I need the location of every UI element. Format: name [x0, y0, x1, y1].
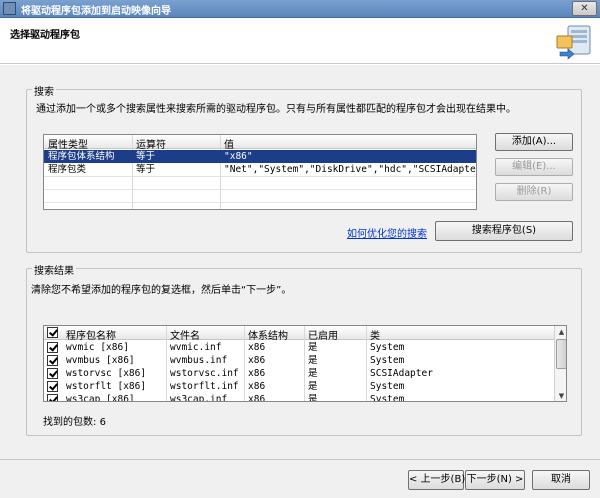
table-row[interactable]: wvmic [x86] wvmic.inf x86 是 System: [44, 341, 554, 354]
cell-enabled: 是: [308, 342, 318, 353]
wizard-content: 搜索 通过添加一个或多个搜索属性来搜索所需的驱动程序包。只有与所有属性都匹配的程…: [0, 65, 600, 498]
cell-package-name: ws3cap [x86]: [66, 394, 135, 402]
cell-property-type: 程序包类: [48, 164, 87, 175]
footer-divider: [0, 459, 600, 460]
title-bar: 将驱动程序包添加到启动映像向导 ✕: [0, 0, 600, 18]
table-row[interactable]: wstorvsc [x86] wstorvsc.inf x86 是 SCSIAd…: [44, 367, 554, 380]
column-header-architecture[interactable]: 体系结构: [248, 327, 288, 342]
search-group: 搜索 通过添加一个或多个搜索属性来搜索所需的驱动程序包。只有与所有属性都匹配的程…: [26, 83, 582, 253]
cell-enabled: 是: [308, 394, 318, 402]
cell-enabled: 是: [308, 368, 318, 379]
cell-value: "x86": [224, 151, 253, 162]
add-criteria-button[interactable]: 添加(A)...: [495, 133, 573, 151]
table-row[interactable]: wvmbus [x86] wvmbus.inf x86 是 System: [44, 354, 554, 367]
column-header-property-type[interactable]: 属性类型: [48, 136, 88, 151]
cell-file-name: wvmic.inf: [170, 342, 222, 353]
results-group-title: 搜索结果: [32, 262, 76, 277]
cell-class: System: [370, 394, 405, 402]
table-row[interactable]: ws3cap [x86] ws3cap.inf x86 是 System: [44, 393, 554, 402]
column-header-class[interactable]: 类: [370, 327, 380, 342]
delete-criteria-button[interactable]: 删除(R): [495, 183, 573, 201]
cell-architecture: x86: [248, 342, 266, 353]
page-title: 选择驱动程序包: [10, 30, 80, 41]
results-group: 搜索结果 清除您不希望添加的程序包的复选框，然后单击“下一步”。 程序包名称 文…: [26, 262, 582, 436]
cell-class: System: [370, 342, 405, 353]
cell-class: System: [370, 381, 405, 392]
close-button[interactable]: ✕: [572, 1, 597, 16]
cell-architecture: x86: [248, 394, 266, 402]
cell-package-name: wvmbus [x86]: [66, 355, 135, 366]
cell-file-name: ws3cap.inf: [170, 394, 228, 402]
search-group-title: 搜索: [32, 83, 56, 98]
package-checkbox[interactable]: [47, 342, 58, 353]
package-checkbox[interactable]: [47, 368, 58, 379]
results-scrollbar[interactable]: ▲ ▼: [554, 326, 566, 401]
cell-class: System: [370, 355, 405, 366]
cell-architecture: x86: [248, 368, 266, 379]
cell-enabled: 是: [308, 355, 318, 366]
table-row[interactable]: 程序包体系结构 等于 "x86": [44, 150, 476, 163]
package-checkbox[interactable]: [47, 355, 58, 366]
search-packages-button[interactable]: 搜索程序包(S): [435, 221, 573, 241]
cell-property-type: 程序包体系结构: [48, 151, 115, 162]
cell-architecture: x86: [248, 355, 266, 366]
search-criteria-grid[interactable]: 属性类型 运算符 值 程序包体系结构 等于 "x86" 程序包类 等于 "Net…: [43, 134, 477, 210]
cell-package-name: wstorvsc [x86]: [66, 368, 147, 379]
found-count-value: 6: [99, 417, 106, 428]
column-header-operator[interactable]: 运算符: [136, 136, 166, 151]
scroll-down-arrow-icon[interactable]: ▼: [555, 390, 566, 401]
search-description: 通过添加一个或多个搜索属性来搜索所需的驱动程序包。只有与所有属性都匹配的程序包才…: [36, 104, 516, 115]
results-grid[interactable]: 程序包名称 文件名 体系结构 已启用 类 wvmic [x86] wvmic.i…: [43, 325, 567, 402]
package-checkbox[interactable]: [47, 381, 58, 392]
table-row[interactable]: 程序包类 等于 "Net","System","DiskDrive","hdc"…: [44, 163, 477, 176]
back-button[interactable]: < 上一步(B): [408, 470, 465, 490]
select-all-checkbox[interactable]: [47, 327, 58, 338]
cell-operator: 等于: [136, 164, 156, 175]
column-header-enabled[interactable]: 已启用: [308, 327, 338, 342]
optimize-search-link[interactable]: 如何优化您的搜索: [347, 225, 427, 240]
app-icon: [3, 2, 16, 15]
cell-file-name: wstorvsc.inf: [170, 368, 239, 379]
cell-package-name: wstorflt [x86]: [66, 381, 147, 392]
next-button[interactable]: 下一步(N) >: [465, 470, 525, 490]
search-grid-header: 属性类型 运算符 值: [44, 135, 476, 151]
cell-value: "Net","System","DiskDrive","hdc","SCSIAd…: [224, 164, 477, 175]
wizard-header: 选择驱动程序包: [0, 18, 600, 64]
cancel-button[interactable]: 取消: [532, 470, 590, 490]
scroll-up-arrow-icon[interactable]: ▲: [555, 326, 566, 338]
cell-class: SCSIAdapter: [370, 368, 433, 379]
cell-file-name: wstorflt.inf: [170, 381, 239, 392]
results-grid-header: 程序包名称 文件名 体系结构 已启用 类: [44, 326, 554, 342]
window-title: 将驱动程序包添加到启动映像向导: [21, 6, 171, 17]
scroll-thumb[interactable]: [556, 339, 566, 369]
cell-enabled: 是: [308, 381, 318, 392]
cell-package-name: wvmic [x86]: [66, 342, 129, 353]
cell-file-name: wvmbus.inf: [170, 355, 228, 366]
column-header-package-name[interactable]: 程序包名称: [66, 327, 116, 342]
cell-operator: 等于: [136, 151, 156, 162]
column-header-value[interactable]: 值: [224, 136, 234, 151]
wizard-driver-icon: [556, 25, 591, 60]
edit-criteria-button[interactable]: 编辑(E)...: [495, 158, 573, 176]
results-description: 清除您不希望添加的程序包的复选框，然后单击“下一步”。: [31, 285, 292, 296]
column-header-file-name[interactable]: 文件名: [170, 327, 200, 342]
cell-architecture: x86: [248, 381, 266, 392]
found-count-label: 找到的包数: 6: [43, 417, 106, 428]
table-row[interactable]: wstorflt [x86] wstorflt.inf x86 是 System: [44, 380, 554, 393]
package-checkbox[interactable]: [47, 394, 58, 401]
